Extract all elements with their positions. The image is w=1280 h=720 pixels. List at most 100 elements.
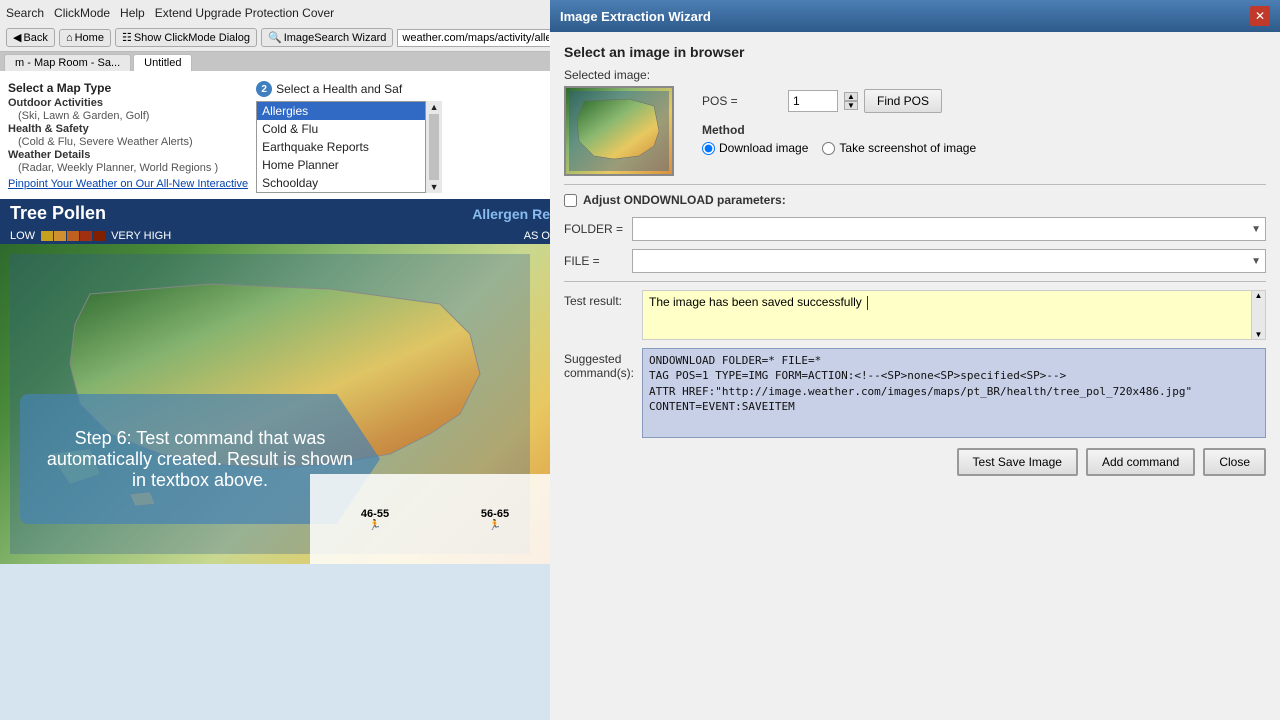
menu-clickmode[interactable]: ClickMode bbox=[54, 6, 110, 20]
pollen-banner: Tree Pollen Allergen Re bbox=[0, 199, 560, 228]
pos-spinner[interactable]: ▲ ▼ bbox=[844, 92, 858, 110]
legend-area: 46-55 🏃 56-65 🏃 bbox=[310, 474, 560, 564]
list-item-allergies[interactable]: Allergies bbox=[257, 102, 425, 120]
scale-box-1 bbox=[41, 231, 53, 241]
suggested-section: Suggested command(s): ONDOWNLOAD FOLDER=… bbox=[564, 348, 1266, 438]
image-search-button[interactable]: 🔍 ImageSearch Wizard bbox=[261, 28, 393, 47]
step-number: 2 bbox=[256, 81, 272, 97]
method-label: Method bbox=[702, 123, 976, 137]
dialog-title-bar: Image Extraction Wizard ✕ bbox=[550, 0, 1280, 32]
map-type-panel: Select a Map Type Outdoor Activities (Sk… bbox=[8, 81, 248, 193]
method-download-label: Download image bbox=[719, 141, 808, 155]
selected-image-preview bbox=[564, 86, 674, 176]
image-pos-row: Selected image: bbox=[564, 68, 1266, 176]
weather-sub: (Radar, Weekly Planner, World Regions ) bbox=[8, 162, 248, 174]
suggested-row: Suggested command(s): ONDOWNLOAD FOLDER=… bbox=[564, 348, 1266, 438]
scale-bar: LOW VERY HIGH AS O bbox=[0, 228, 560, 244]
browser-tabs: m - Map Room - Sa... Untitled bbox=[0, 52, 560, 71]
legend-icon-2: 🏃 bbox=[489, 520, 501, 531]
weather-link[interactable]: Weather Details bbox=[8, 149, 248, 161]
scale-box-3 bbox=[67, 231, 79, 241]
dialog-close-titlebar-button[interactable]: ✕ bbox=[1250, 6, 1270, 26]
suggested-commands-text: ONDOWNLOAD FOLDER=* FILE=* TAG POS=1 TYP… bbox=[649, 354, 1192, 413]
pos-input[interactable] bbox=[788, 90, 838, 112]
text-cursor bbox=[867, 296, 868, 310]
method-download-option[interactable]: Download image bbox=[702, 141, 808, 155]
find-pos-button[interactable]: Find POS bbox=[864, 89, 942, 113]
method-screenshot-option[interactable]: Take screenshot of image bbox=[822, 141, 976, 155]
test-result-scrollbar[interactable]: ▲ ▼ bbox=[1251, 291, 1265, 339]
dialog-window: Image Extraction Wizard ✕ Select an imag… bbox=[550, 0, 1280, 720]
select-health-title: Select a Health and Saf bbox=[276, 82, 402, 96]
map-area: Step 6: Test command that was automatica… bbox=[0, 244, 560, 564]
selected-image-label: Selected image: bbox=[564, 68, 674, 82]
test-save-image-button[interactable]: Test Save Image bbox=[957, 448, 1078, 476]
test-result-text: The image has been saved successfully bbox=[649, 295, 862, 309]
list-item-schoolday[interactable]: Schoolday bbox=[257, 174, 425, 192]
list-item-home[interactable]: Home Planner bbox=[257, 156, 425, 174]
dialog-body: Select an image in browser Selected imag… bbox=[550, 32, 1280, 488]
file-label: FILE = bbox=[564, 254, 624, 268]
browser-window: Search ClickMode Help Extend Upgrade Pro… bbox=[0, 0, 560, 720]
list-item-earthquake[interactable]: Earthquake Reports bbox=[257, 138, 425, 156]
method-screenshot-radio[interactable] bbox=[822, 142, 835, 155]
sidebar-links: Outdoor Activities (Ski, Lawn & Garden, … bbox=[8, 97, 248, 190]
file-dropdown[interactable]: ▼ bbox=[632, 249, 1266, 273]
show-dialog-button[interactable]: ☷ Show ClickMode Dialog bbox=[115, 28, 257, 47]
list-item-cold[interactable]: Cold & Flu bbox=[257, 120, 425, 138]
test-result-row: Test result: The image has been saved su… bbox=[564, 290, 1266, 340]
image-column: Selected image: bbox=[564, 68, 674, 176]
back-button[interactable]: ◀ Back bbox=[6, 28, 55, 47]
file-arrow-icon: ▼ bbox=[1251, 256, 1261, 267]
spinner-down[interactable]: ▼ bbox=[844, 101, 858, 110]
folder-row: FOLDER = ▼ bbox=[564, 217, 1266, 241]
outdoor-link[interactable]: Outdoor Activities bbox=[8, 97, 248, 109]
file-row: FILE = ▼ bbox=[564, 249, 1266, 273]
separator-1 bbox=[564, 184, 1266, 185]
method-download-radio[interactable] bbox=[702, 142, 715, 155]
separator-2 bbox=[564, 281, 1266, 282]
method-section: Method Download image Take screenshot of… bbox=[702, 123, 976, 155]
tab-maproom[interactable]: m - Map Room - Sa... bbox=[4, 54, 131, 71]
folder-label: FOLDER = bbox=[564, 222, 624, 236]
add-command-button[interactable]: Add command bbox=[1086, 448, 1195, 476]
health-section: Select a Map Type Outdoor Activities (Sk… bbox=[8, 81, 552, 193]
menu-search[interactable]: Search bbox=[6, 6, 44, 20]
health-sub: (Cold & Flu, Severe Weather Alerts) bbox=[8, 136, 248, 148]
select-map-title: Select a Map Type bbox=[8, 81, 248, 95]
legend-range-1: 46-55 bbox=[361, 508, 389, 520]
tab-untitled[interactable]: Untitled bbox=[133, 54, 192, 71]
browser-content: Select a Map Type Outdoor Activities (Sk… bbox=[0, 71, 560, 199]
browser-toolbar: Search ClickMode Help Extend Upgrade Pro… bbox=[0, 0, 560, 52]
pos-method-column: POS = ▲ ▼ Find POS Method Download image bbox=[702, 89, 976, 155]
menu-help[interactable]: Help bbox=[120, 6, 145, 20]
scale-low: LOW bbox=[10, 230, 35, 242]
list-wrapper: Allergies Cold & Flu Earthquake Reports … bbox=[256, 101, 552, 193]
health-list: Allergies Cold & Flu Earthquake Reports … bbox=[256, 101, 426, 193]
legend-range-2: 56-65 bbox=[481, 508, 509, 520]
method-options: Download image Take screenshot of image bbox=[702, 141, 976, 155]
scale-box-4 bbox=[80, 231, 92, 241]
close-button[interactable]: Close bbox=[1203, 448, 1266, 476]
health-list-panel: 2 Select a Health and Saf Allergies Cold… bbox=[256, 81, 552, 193]
folder-dropdown[interactable]: ▼ bbox=[632, 217, 1266, 241]
scale-box-5 bbox=[93, 231, 105, 241]
address-bar[interactable] bbox=[397, 29, 554, 47]
home-button[interactable]: ⌂ Home bbox=[59, 29, 111, 47]
browser-nav: ◀ Back ⌂ Home ☷ Show ClickMode Dialog 🔍 … bbox=[6, 28, 554, 47]
scale-very-high: VERY HIGH bbox=[111, 230, 171, 242]
folder-arrow-icon: ▼ bbox=[1251, 224, 1261, 235]
adjust-checkbox[interactable] bbox=[564, 194, 577, 207]
dialog-title: Image Extraction Wizard bbox=[560, 9, 711, 24]
dialog-section-title: Select an image in browser bbox=[564, 44, 1266, 60]
health-link[interactable]: Health & Safety bbox=[8, 123, 248, 135]
legend-item-1: 46-55 🏃 bbox=[361, 508, 389, 531]
health-header: 2 Select a Health and Saf bbox=[256, 81, 552, 97]
browser-menu: Search ClickMode Help Extend Upgrade Pro… bbox=[6, 4, 554, 22]
spinner-up[interactable]: ▲ bbox=[844, 92, 858, 101]
pinpoint-link[interactable]: Pinpoint Your Weather on Our All-New Int… bbox=[8, 178, 248, 190]
pollen-title: Tree Pollen bbox=[10, 203, 106, 224]
suggested-commands-box: ONDOWNLOAD FOLDER=* FILE=* TAG POS=1 TYP… bbox=[642, 348, 1266, 438]
list-scrollbar[interactable]: ▲ ▼ bbox=[426, 101, 442, 193]
menu-extend[interactable]: Extend Upgrade Protection Cover bbox=[155, 6, 334, 20]
